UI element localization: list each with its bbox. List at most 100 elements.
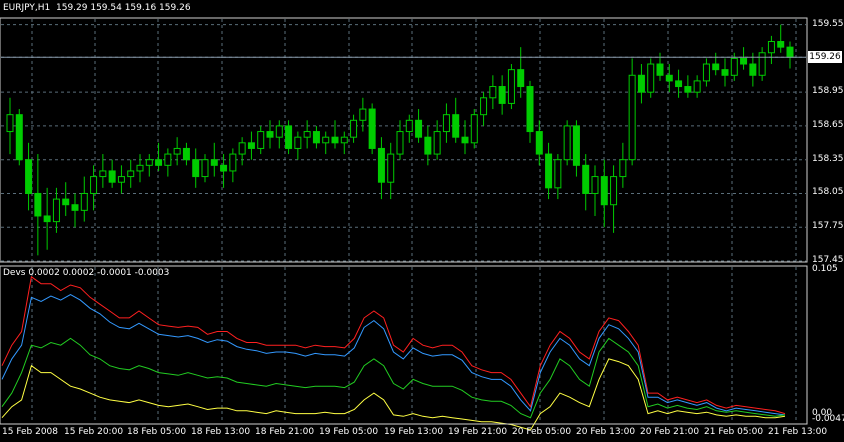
time-tick-label: 21 Feb 05:00 [704,427,764,437]
candle-body-bull [563,125,571,161]
candle-body-bull [758,52,766,76]
candle-body-bull [619,159,627,178]
candle-body-bear [377,147,385,183]
deviation-line-2 [1,294,786,416]
candle-body-bear [247,142,255,149]
candle-body-bear [712,63,720,71]
chart-header: EURJPY,H1 159.29 159.54 159.16 159.26 [3,3,191,13]
candle-body-bull [52,198,60,223]
candle-body-bull [442,114,450,133]
current-price-tag: 159.26 [808,51,842,64]
candle-body-bull [405,119,413,133]
candle-body-bull [554,159,562,189]
candle-body-bull [322,136,330,144]
candle-body-bear [526,86,534,133]
candle-body-bull [229,153,237,172]
candle-body-bear [600,176,608,206]
candle-body-bull [628,74,636,161]
candle-body-bear [786,46,794,58]
price-tick-label: 158.35 [812,153,844,164]
candle-body-bear [461,136,469,144]
candle-body-bear [368,108,376,149]
candle-body-bear [71,204,79,211]
candle-body-bull [433,131,441,155]
price-tick-label: 157.75 [812,221,844,232]
candle-body-bear [572,125,580,166]
candle-body-bull [350,119,358,138]
time-tick-label: 15 Feb 2008 [2,427,59,437]
chart-canvas[interactable] [0,0,844,439]
candle-body-bear [721,69,729,76]
candle-body-bear [155,159,163,166]
candle-body-bull [90,176,98,194]
candle-body-bull [591,176,599,194]
candle-body-bear [285,125,293,149]
candle-body-bull [127,170,135,178]
price-tick-label: 158.95 [812,86,844,97]
time-tick-label: 18 Feb 05:00 [127,427,187,437]
candle-body-bull [610,176,618,206]
candle-body-bear [192,159,200,178]
time-tick-label: 18 Feb 21:00 [255,427,315,437]
candle-body-bear [517,69,525,88]
candle-body-bear [675,80,683,88]
candle-body-bear [266,131,274,138]
candle-body-bear [62,198,70,206]
current-price-value: 159.26 [809,52,841,63]
candle-body-bear [535,131,543,155]
symbol-label: EURJPY,H1 [3,3,51,13]
candle-body-bear [665,74,673,82]
candle-body-bull [730,57,738,76]
candle-body-bull [480,97,488,116]
chart-window[interactable]: EURJPY,H1 159.29 159.54 159.16 159.26 De… [0,0,844,439]
candle-body-bear [452,114,460,138]
candle-body-bull [6,114,14,133]
indicator-tick-label: -0.0047 [812,414,844,424]
candle-body-bull [164,153,172,166]
candle-body-bull [201,159,209,178]
time-tick-label: 19 Feb 05:00 [319,427,379,437]
candle-body-bear [220,164,228,172]
candle-body-bull [136,164,144,172]
candle-body-bear [108,170,116,183]
candle-body-bear [424,136,432,155]
candle-body-bear [312,131,320,144]
time-tick-label: 21 Feb 13:00 [768,427,828,437]
candle-body-bull [145,159,153,166]
candle-body-bull [470,114,478,144]
indicator-header: Devs 0.0002 0.0002 -0.0001 -0.0003 [3,268,170,278]
price-tick-label: 159.55 [812,18,844,29]
candle-body-bear [34,192,42,217]
candle-body-bear [777,41,785,48]
candle-body-bear [498,86,506,104]
candle-body-bull [396,131,404,155]
time-tick-label: 15 Feb 20:00 [64,427,124,437]
price-tick-label: 158.05 [812,187,844,198]
candle-body-bull [238,142,246,155]
candle-body-bull [702,63,710,82]
price-tick-label: 158.65 [812,119,844,130]
candle-body-bear [415,119,423,138]
ohlc-values: 159.29 159.54 159.16 159.26 [56,3,191,13]
candle-body-bear [582,164,590,194]
candle-body-bull [767,41,775,54]
candle-body-bear [637,74,645,93]
candle-body-bull [489,86,497,99]
indicator-pane-border [0,265,808,425]
candle-body-bull [647,63,655,93]
time-tick-label: 20 Feb 21:00 [640,427,700,437]
time-tick-label: 20 Feb 13:00 [576,427,636,437]
candle-body-bear [15,114,23,161]
candle-body-bull [294,136,302,149]
candle-body-bull [80,192,88,211]
candle-body-bear [749,63,757,76]
candle-body-bear [545,153,553,189]
time-tick-label: 18 Feb 13:00 [191,427,251,437]
time-tick-label: 19 Feb 13:00 [384,427,444,437]
candle-body-bull [117,176,125,183]
candle-body-bull [359,108,367,121]
candle-body-bull [693,80,701,93]
candle-body-bear [740,57,748,65]
candle-body-bull [173,147,181,155]
indicator-tick-label: 0.105 [812,264,838,274]
